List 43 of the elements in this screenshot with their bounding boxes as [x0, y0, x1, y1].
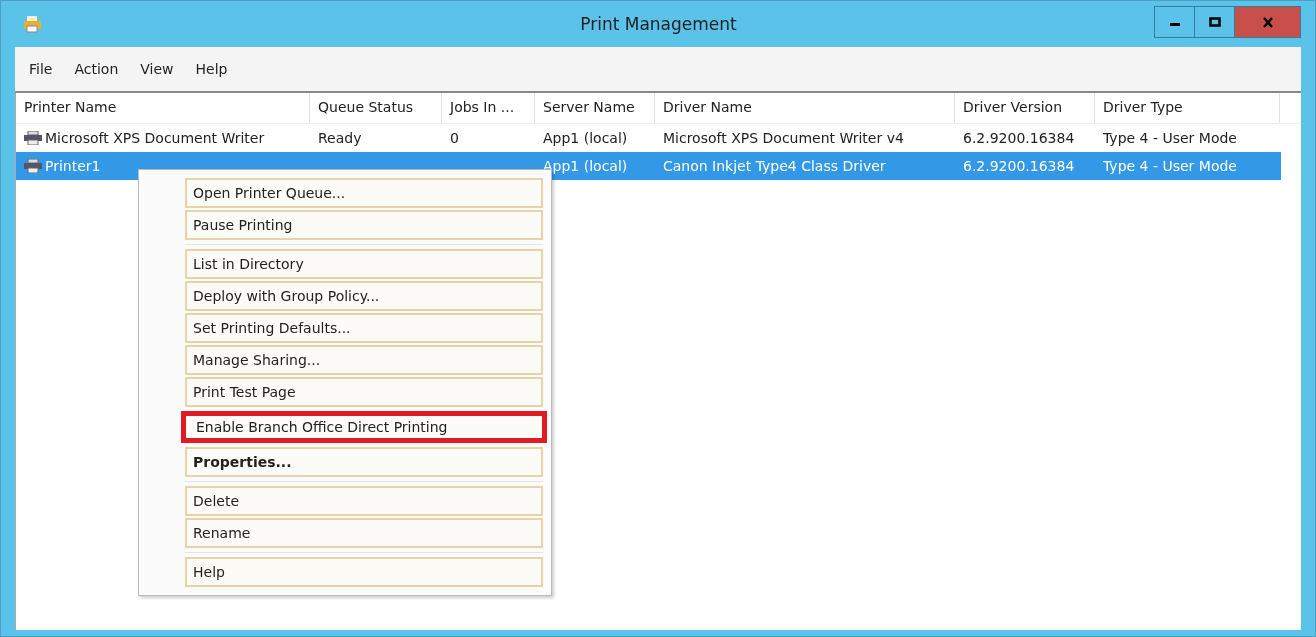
window-title: Print Management [579, 14, 738, 34]
context-menu-item[interactable]: Properties... [185, 447, 543, 477]
table-cell: App1 (local) [543, 130, 628, 146]
context-menu-item[interactable]: Manage Sharing... [185, 345, 543, 375]
context-menu-item[interactable]: Deploy with Group Policy... [185, 281, 543, 311]
close-icon [1261, 16, 1274, 28]
column-header[interactable]: Printer Name [16, 93, 310, 123]
context-menu-item[interactable]: Pause Printing [185, 210, 543, 240]
table-cell: 6.2.9200.16384 [963, 158, 1075, 174]
maximize-icon [1208, 17, 1221, 27]
table-cell: Ready [318, 130, 362, 146]
column-header[interactable]: Jobs In ... [442, 93, 535, 123]
table-cell: Type 4 - User Mode [1103, 130, 1237, 146]
menu-item[interactable]: Help [195, 61, 228, 77]
table-cell: 0 [450, 130, 459, 146]
context-menu-item[interactable]: Open Printer Queue... [185, 178, 543, 208]
table-cell: App1 (local) [543, 158, 628, 174]
column-header[interactable]: Server Name [535, 93, 655, 123]
table-cell: Canon Inkjet Type4 Class Driver [663, 158, 886, 174]
context-menu-item[interactable]: Rename [185, 518, 543, 548]
printer-icon [24, 131, 42, 145]
context-menu-item[interactable]: Set Printing Defaults... [185, 313, 543, 343]
table-cell: Microsoft XPS Document Writer v4 [663, 130, 904, 146]
menu-item[interactable]: View [140, 61, 174, 77]
column-header[interactable]: Driver Type [1095, 93, 1280, 123]
context-menu-item[interactable]: Help [185, 557, 543, 587]
context-menu-item[interactable]: Delete [185, 486, 543, 516]
table-cell: Printer1 [45, 158, 101, 174]
table-row[interactable]: Microsoft XPS Document Writer Ready 0 App1 (local) Microsoft XPS Document Writer v4 6.2.9200.16384 Type 4 - User Mode [16, 124, 1281, 152]
printer-icon [24, 159, 42, 173]
column-header[interactable]: Driver Version [955, 93, 1095, 123]
menu-item[interactable]: File [29, 61, 53, 77]
column-header[interactable]: Driver Name [655, 93, 955, 123]
close-button[interactable] [1235, 7, 1300, 37]
table-cell: Microsoft XPS Document Writer [45, 130, 265, 146]
printer-icon [23, 15, 43, 33]
menu-item[interactable]: Action [74, 61, 119, 77]
context-menu-item[interactable]: List in Directory [185, 249, 543, 279]
table-cell: 6.2.9200.16384 [963, 130, 1075, 146]
table-cell: Type 4 - User Mode [1103, 158, 1237, 174]
context-menu-item[interactable]: Print Test Page [185, 377, 543, 407]
column-header[interactable]: Queue Status [310, 93, 442, 123]
context-menu-item[interactable]: Enable Branch Office Direct Printing [181, 411, 547, 443]
